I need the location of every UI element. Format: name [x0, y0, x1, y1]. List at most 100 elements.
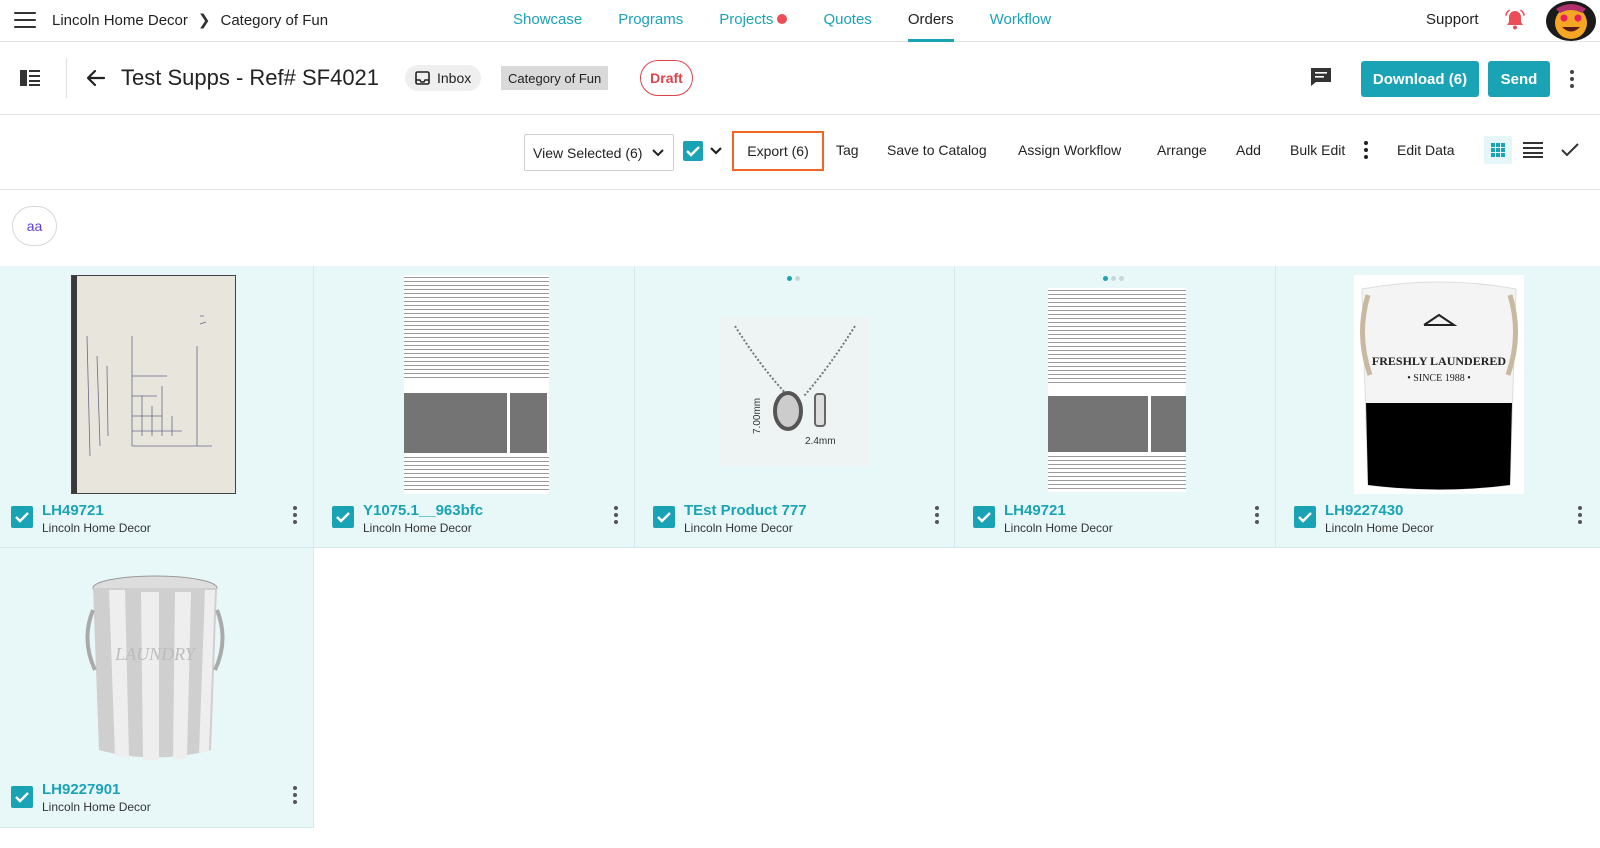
check-icon	[686, 146, 700, 157]
product-more-icon[interactable]	[293, 506, 297, 527]
product-more-icon[interactable]	[614, 506, 618, 527]
svg-text:• SINCE 1988 •: • SINCE 1988 •	[1407, 373, 1470, 384]
product-vendor: Lincoln Home Decor	[42, 521, 151, 535]
product-more-icon[interactable]	[1255, 506, 1259, 527]
breadcrumb-current[interactable]: Category of Fun	[220, 12, 328, 29]
product-name[interactable]: TEst Product 777	[684, 502, 807, 519]
product-image-document	[1048, 288, 1186, 492]
add-button[interactable]: Add	[1236, 142, 1261, 158]
arrange-button[interactable]: Arrange	[1157, 142, 1207, 158]
image-carousel-dots[interactable]	[1103, 276, 1124, 281]
select-all-checkbox[interactable]	[683, 141, 703, 161]
svg-text:2.4mm: 2.4mm	[805, 436, 836, 447]
product-vendor: Lincoln Home Decor	[1004, 521, 1113, 535]
tag-chip[interactable]: aa	[12, 206, 57, 246]
send-button[interactable]: Send	[1488, 61, 1550, 97]
bulk-edit-button[interactable]: Bulk Edit	[1290, 142, 1345, 158]
comment-icon[interactable]	[1309, 66, 1333, 88]
svg-text:7.00mm: 7.00mm	[752, 398, 763, 434]
product-card[interactable]: LH49721 Lincoln Home Decor	[955, 266, 1276, 548]
list-view-icon[interactable]	[1523, 142, 1543, 158]
product-vendor: Lincoln Home Decor	[684, 521, 793, 535]
export-button[interactable]: Export (6)	[732, 131, 824, 171]
more-options-icon[interactable]	[1570, 70, 1574, 88]
check-icon	[336, 512, 350, 523]
check-icon	[1298, 512, 1312, 523]
product-card[interactable]: 7.00mm 2.4mm TEst Product 777 Lincoln Ho…	[635, 266, 955, 548]
breadcrumb-root[interactable]: Lincoln Home Decor	[52, 12, 188, 29]
chevron-right-icon: ❯	[197, 12, 211, 29]
product-name[interactable]: LH9227430	[1325, 502, 1403, 519]
nav-quotes[interactable]: Quotes	[823, 0, 871, 42]
page-title: Test Supps - Ref# SF4021	[121, 65, 380, 90]
check-icon	[657, 512, 671, 523]
select-options-chevron-icon[interactable]	[709, 144, 723, 158]
back-arrow-icon[interactable]	[84, 66, 108, 90]
check-icon	[15, 512, 29, 523]
svg-text:LAUNDRY: LAUNDRY	[114, 644, 197, 664]
menu-icon[interactable]	[14, 12, 36, 30]
product-card[interactable]: FRESHLY LAUNDERED • SINCE 1988 • LH92274…	[1276, 266, 1600, 548]
grid-view-icon[interactable]	[1484, 136, 1512, 164]
product-card[interactable]: LAUNDRY LH9227901 Lincoln Home Decor	[0, 548, 314, 828]
product-name[interactable]: LH9227901	[42, 781, 120, 798]
product-vendor: Lincoln Home Decor	[42, 800, 151, 814]
product-more-icon[interactable]	[1578, 506, 1582, 527]
edit-data-button[interactable]: Edit Data	[1397, 142, 1455, 158]
page-header: Test Supps - Ref# SF4021 Inbox Category …	[0, 42, 1600, 115]
product-more-icon[interactable]	[935, 506, 939, 527]
user-avatar[interactable]	[1546, 1, 1596, 41]
top-navigation: Lincoln Home Decor ❯ Category of Fun Sho…	[0, 0, 1600, 42]
assign-workflow-button[interactable]: Assign Workflow	[1018, 142, 1121, 158]
product-image-necklace: 7.00mm 2.4mm	[720, 316, 870, 466]
divider	[66, 58, 67, 98]
view-selected-dropdown[interactable]: View Selected (6)	[524, 134, 674, 171]
product-checkbox[interactable]	[1294, 506, 1316, 528]
product-name[interactable]: LH49721	[1004, 502, 1066, 519]
download-button[interactable]: Download (6)	[1361, 61, 1479, 97]
view-selected-label: View Selected (6)	[533, 144, 643, 161]
nav-projects-label: Projects	[719, 11, 774, 28]
support-link[interactable]: Support	[1426, 11, 1479, 28]
image-carousel-dots[interactable]	[787, 276, 800, 281]
tag-button[interactable]: Tag	[836, 142, 859, 158]
svg-text:FRESHLY LAUNDERED: FRESHLY LAUNDERED	[1372, 354, 1506, 368]
nav-workflow[interactable]: Workflow	[990, 0, 1051, 42]
nav-programs[interactable]: Programs	[618, 0, 683, 42]
save-to-catalog-button[interactable]: Save to Catalog	[887, 142, 987, 158]
product-checkbox[interactable]	[11, 786, 33, 808]
product-checkbox[interactable]	[973, 506, 995, 528]
breadcrumb: Lincoln Home Decor ❯ Category of Fun	[52, 11, 328, 30]
product-checkbox[interactable]	[653, 506, 675, 528]
status-badge: Draft	[640, 60, 693, 96]
product-vendor: Lincoln Home Decor	[363, 521, 472, 535]
nav-showcase[interactable]: Showcase	[513, 0, 582, 42]
product-image-sketch	[71, 275, 236, 494]
confirm-check-icon[interactable]	[1560, 140, 1580, 160]
product-card[interactable]: Y1075.1__963bfc Lincoln Home Decor	[314, 266, 635, 548]
nav-projects[interactable]: Projects	[719, 0, 788, 42]
product-image-document	[404, 275, 549, 494]
product-more-icon[interactable]	[293, 786, 297, 807]
inbox-icon	[415, 71, 430, 85]
emoji-avatar-icon	[1555, 4, 1587, 39]
check-icon	[15, 792, 29, 803]
chevron-down-icon	[652, 149, 664, 157]
check-icon	[977, 512, 991, 523]
inbox-badge[interactable]: Inbox	[405, 65, 482, 91]
product-checkbox[interactable]	[11, 506, 33, 528]
nav-orders[interactable]: Orders	[907, 0, 954, 42]
product-name[interactable]: Y1075.1__963bfc	[363, 502, 483, 519]
side-panel-icon[interactable]	[20, 69, 40, 87]
product-name[interactable]: LH49721	[42, 502, 104, 519]
product-vendor: Lincoln Home Decor	[1325, 521, 1434, 535]
inbox-label: Inbox	[437, 70, 472, 86]
category-badge: Category of Fun	[501, 66, 609, 90]
product-card[interactable]: LH49721 Lincoln Home Decor	[0, 266, 314, 548]
product-image-striped-basket: LAUNDRY	[85, 570, 225, 765]
bulk-more-icon[interactable]	[1364, 141, 1368, 162]
bulk-toolbar: View Selected (6) Export (6) Tag Save to…	[0, 115, 1600, 190]
bell-alert-icon[interactable]	[1503, 8, 1527, 32]
product-checkbox[interactable]	[332, 506, 354, 528]
main-nav: Showcase Programs Projects Quotes Orders…	[513, 0, 1087, 42]
